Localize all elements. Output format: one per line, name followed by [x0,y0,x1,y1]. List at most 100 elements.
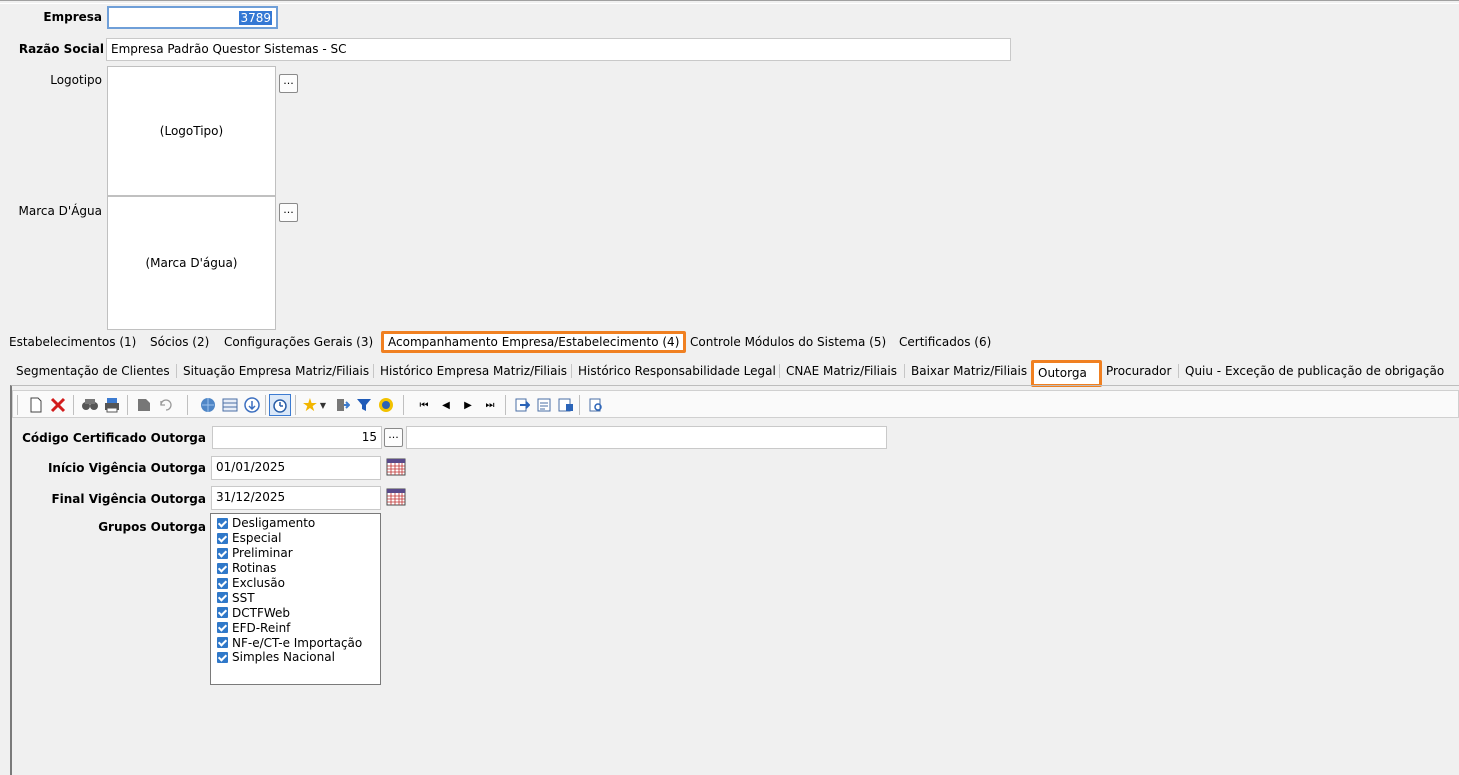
inicio-vigencia-label: Início Vigência Outorga [47,461,206,475]
export-icon[interactable] [511,394,533,416]
calendar-icon[interactable] [386,487,406,507]
subtab-historico-empresa[interactable]: Histórico Empresa Matriz/Filiais [376,360,571,382]
subtab-historico-responsabilidade[interactable]: Histórico Responsabilidade Legal [574,360,780,382]
info-icon[interactable] [241,394,263,416]
checkbox-checked-icon[interactable] [217,577,228,589]
checkbox-checked-icon[interactable] [217,562,228,574]
grupo-label: Desligamento [232,516,316,531]
razao-social-label: Razão Social [18,42,104,56]
inicio-vigencia-input[interactable]: 01/01/2025 [211,456,381,480]
tab-estabelecimentos[interactable]: Estabelecimentos (1) [5,331,140,353]
subtab-baixar-matriz[interactable]: Baixar Matriz/Filiais [907,360,1031,382]
list-item[interactable]: Desligamento [217,516,380,531]
report-icon[interactable] [533,394,555,416]
checkbox-checked-icon[interactable] [217,622,228,634]
toolbar-separator [127,395,128,415]
toolbar-separator [187,395,188,415]
toolbar-separator [579,395,580,415]
refresh-icon[interactable] [155,394,177,416]
list-item[interactable]: Rotinas [217,561,380,576]
filter-icon[interactable] [353,394,375,416]
marca-dagua-placeholder: (Marca D'água) [145,256,238,270]
grupo-label: DCTFWeb [232,605,291,620]
tab-certificados[interactable]: Certificados (6) [895,331,995,353]
first-icon[interactable]: ⏮ [413,394,435,416]
grupo-label: Simples Nacional [232,650,335,665]
final-vigencia-input[interactable]: 31/12/2025 [211,486,381,510]
checkbox-checked-icon[interactable] [217,651,228,663]
marca-dagua-label: Marca D'Água [18,204,102,218]
grupo-label: Rotinas [232,561,277,576]
toolbar-separator [403,395,404,415]
toolbar-separator [265,395,266,415]
checkbox-checked-icon[interactable] [217,547,228,559]
delete-icon[interactable] [47,394,69,416]
toolbar: ★ ▼ ⏮ ◀ ▶ ⏭ [12,390,1459,418]
window-top-border [0,0,1459,4]
grupo-label: Preliminar [232,546,293,561]
subtab-procurador[interactable]: Procurador [1102,360,1175,382]
checkbox-checked-icon[interactable] [217,637,228,649]
empresa-input[interactable]: 3789 [107,6,278,29]
dropdown-icon[interactable]: ▼ [317,394,329,416]
preview-icon[interactable] [585,394,607,416]
next-icon[interactable]: ▶ [457,394,479,416]
codigo-certificado-browse-button[interactable]: ... [384,428,403,447]
clock-icon[interactable] [269,394,291,416]
grupos-outorga-list[interactable]: Desligamento Especial Preliminar Rotinas… [210,513,381,685]
logotipo-placeholder: (LogoTipo) [159,124,224,138]
tab-controle-modulos[interactable]: Controle Módulos do Sistema (5) [686,331,890,353]
subtab-outorga[interactable]: Outorga [1031,360,1102,387]
list-item[interactable]: EFD-Reinf [217,620,380,635]
calendar-icon[interactable] [386,457,406,477]
search-icon[interactable] [79,394,101,416]
marca-dagua-image-box[interactable]: (Marca D'água) [107,196,276,330]
subtab-segmentacao-clientes[interactable]: Segmentação de Clientes [12,360,174,382]
logotipo-browse-button[interactable]: ... [279,74,298,93]
grupo-label: SST [232,590,255,605]
checkbox-checked-icon[interactable] [217,607,228,619]
tab-divider [176,364,177,378]
checkbox-checked-icon[interactable] [217,592,228,604]
checkbox-checked-icon[interactable] [217,532,228,544]
subtab-cnae[interactable]: CNAE Matriz/Filiais [782,360,901,382]
list-item[interactable]: Exclusão [217,576,380,591]
globe-icon[interactable] [197,394,219,416]
subtab-quiu-excecao[interactable]: Quiu - Exceção de publicação de obrigaçã… [1181,360,1448,382]
main-tab-bar: Estabelecimentos (1) Sócios (2) Configur… [0,331,1000,353]
grid-icon[interactable] [219,394,241,416]
codigo-certificado-input[interactable]: 15 [212,426,382,449]
certificado-description-field [406,426,887,449]
list-item[interactable]: Simples Nacional [217,650,380,665]
help-icon[interactable] [375,394,397,416]
grupo-label: EFD-Reinf [232,620,291,635]
subtab-situacao-empresa[interactable]: Situação Empresa Matriz/Filiais [179,360,373,382]
grupo-label: NF-e/CT-e Importação [232,635,363,650]
marca-dagua-browse-button[interactable]: ... [279,203,298,222]
final-vigencia-label: Final Vigência Outorga [51,492,206,506]
list-item[interactable]: DCTFWeb [217,605,380,620]
toolbar-separator [17,395,18,415]
new-icon[interactable] [25,394,47,416]
tab-configuracoes-gerais[interactable]: Configurações Gerais (3) [220,331,377,353]
exit-icon[interactable] [331,394,353,416]
sub-tab-bar: Segmentação de Clientes Situação Empresa… [0,360,1459,387]
report2-icon[interactable] [555,394,577,416]
tab-socios[interactable]: Sócios (2) [146,331,213,353]
save-icon[interactable] [133,394,155,416]
razao-social-input[interactable]: Empresa Padrão Questor Sistemas - SC [106,38,1011,61]
empresa-value: 3789 [239,11,272,25]
checkbox-checked-icon[interactable] [217,517,228,529]
logotipo-image-box[interactable]: (LogoTipo) [107,66,276,196]
last-icon[interactable]: ⏭ [479,394,501,416]
print-icon[interactable] [101,394,123,416]
list-item[interactable]: NF-e/CT-e Importação [217,635,380,650]
codigo-certificado-label: Código Certificado Outorga [22,431,206,445]
list-item[interactable]: Preliminar [217,546,380,561]
logotipo-label: Logotipo [50,73,102,87]
tab-acompanhamento-empresa[interactable]: Acompanhamento Empresa/Estabelecimento (… [381,331,686,353]
prev-icon[interactable]: ◀ [435,394,457,416]
list-item[interactable]: SST [217,590,380,605]
list-item[interactable]: Especial [217,531,380,546]
tab-divider [373,364,374,378]
